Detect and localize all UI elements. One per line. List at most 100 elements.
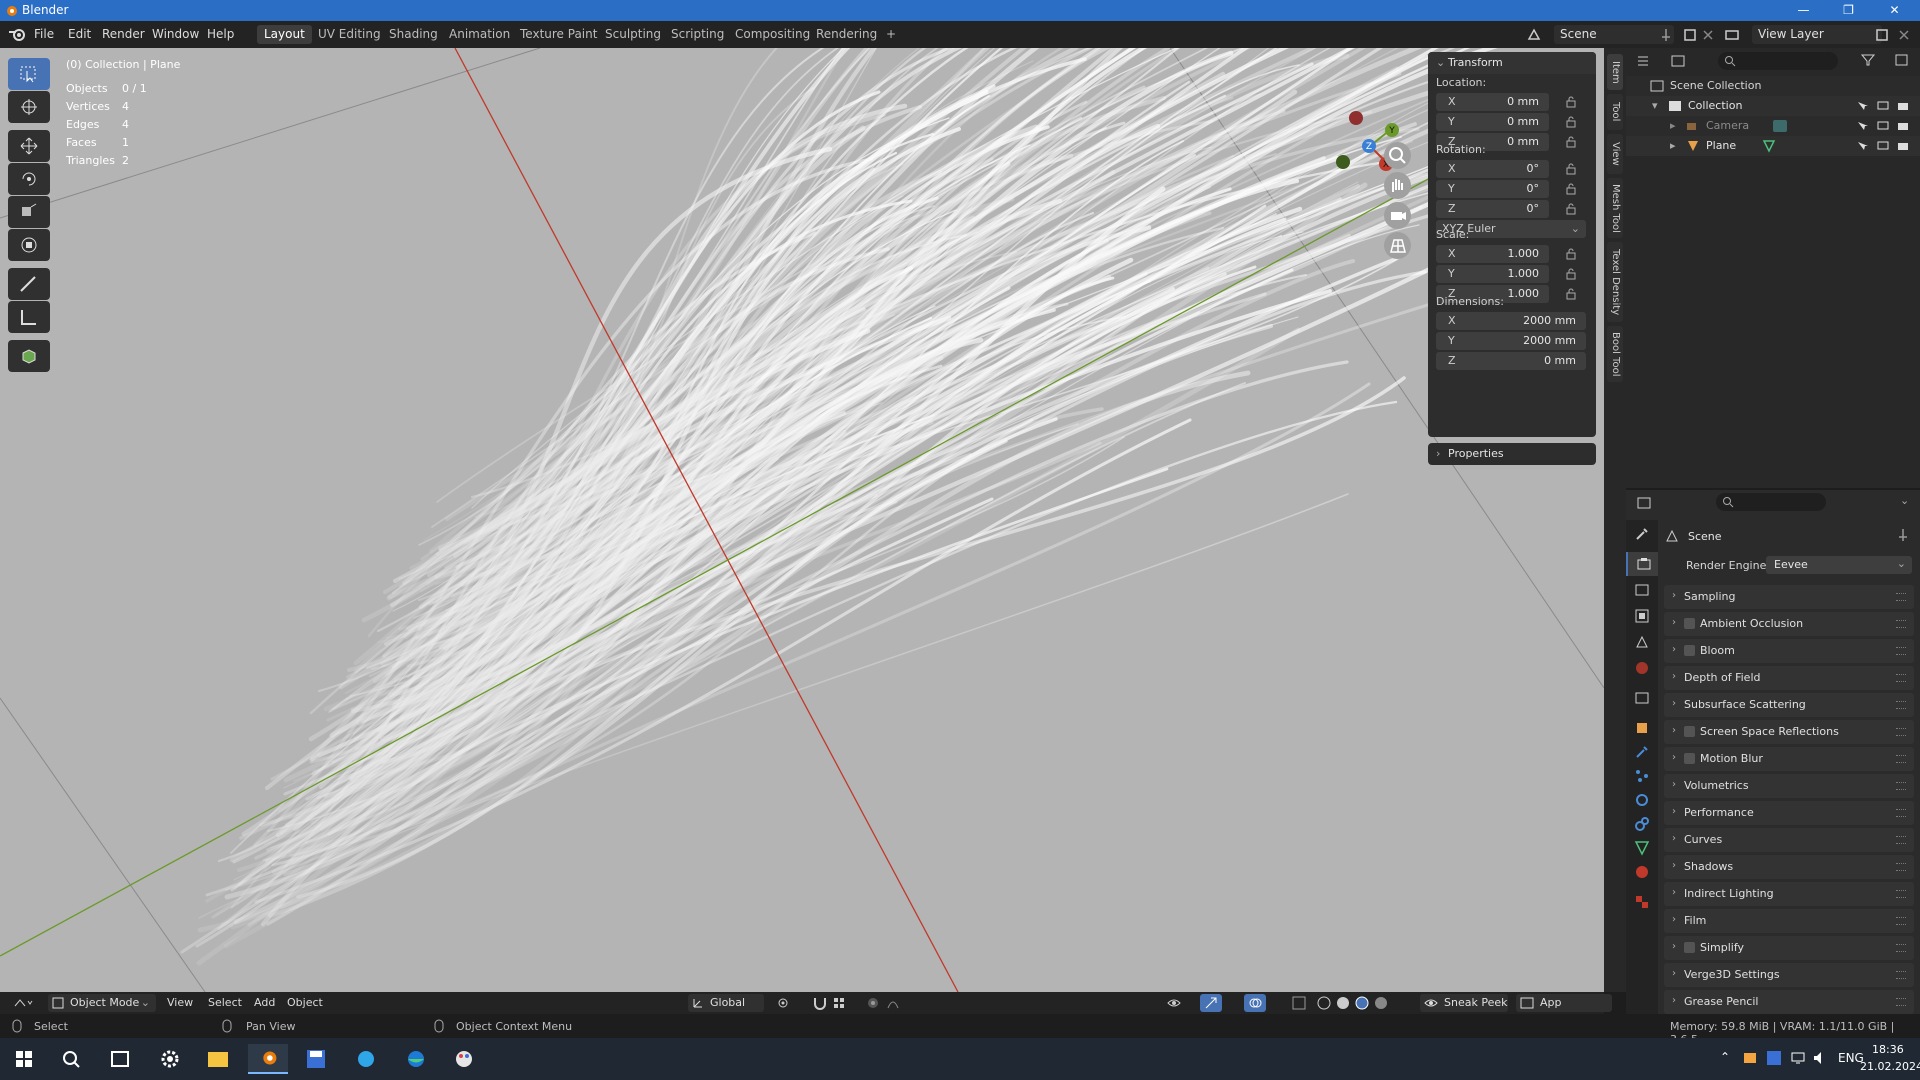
editor-type-icon[interactable] — [1636, 496, 1660, 510]
pin-icon[interactable] — [1658, 27, 1674, 43]
blender-menu-icon[interactable] — [8, 26, 26, 42]
menu-file[interactable]: File — [34, 27, 54, 41]
gizmo-toggle[interactable] — [1200, 994, 1222, 1012]
scale-tool[interactable] — [8, 196, 50, 228]
browser-app-icon[interactable] — [346, 1044, 386, 1074]
mode-selector[interactable]: Object Mode ⌄ — [48, 994, 156, 1012]
panel-curves[interactable]: › Curves — [1664, 828, 1914, 852]
drag-handle-icon[interactable] — [1896, 836, 1906, 844]
close-button[interactable]: ✕ — [1872, 0, 1917, 21]
render-engine-select[interactable]: Eevee ⌄ — [1766, 556, 1912, 574]
lock-icon[interactable] — [1565, 288, 1577, 300]
overlay-toggle[interactable] — [1244, 994, 1266, 1012]
add-workspace-button[interactable]: + — [879, 25, 903, 44]
ortho-toggle-button[interactable] — [1384, 232, 1411, 259]
rotation-z-field[interactable]: Z 0° — [1436, 200, 1549, 218]
material-tab-icon[interactable] — [1634, 864, 1650, 880]
scale-y-field[interactable]: Y 1.000 — [1436, 265, 1549, 283]
menu-object[interactable]: Object — [287, 996, 323, 1009]
panel-subsurface-scattering[interactable]: › Subsurface Scattering — [1664, 693, 1914, 717]
tray-lang-icon[interactable] — [1766, 1050, 1782, 1066]
tray-app-icon[interactable] — [1742, 1050, 1758, 1066]
volume-icon[interactable] — [1812, 1050, 1828, 1066]
3d-viewport[interactable]: (0) Collection | Plane Objects 0 / 1 Vert… — [0, 48, 1604, 992]
view-layer-tab-icon[interactable] — [1634, 608, 1650, 624]
tab-compositing[interactable]: Compositing — [728, 25, 817, 44]
editor-type-icon[interactable] — [12, 996, 34, 1010]
rotation-x-field[interactable]: X 0° — [1436, 160, 1549, 178]
windows-start-icon[interactable] — [4, 1044, 44, 1074]
outliner-item-plane[interactable]: ▸ Plane — [1626, 136, 1920, 156]
tab-texture-paint[interactable]: Texture Paint — [513, 25, 604, 44]
sneak-peek-button[interactable]: Sneak Peek — [1420, 994, 1508, 1012]
drag-handle-icon[interactable] — [1896, 620, 1906, 628]
drag-handle-icon[interactable] — [1896, 971, 1906, 979]
tool-tab-icon[interactable] — [1634, 526, 1650, 542]
render-tab-active[interactable] — [1626, 552, 1658, 576]
snap-magnet-icon[interactable] — [812, 996, 828, 1010]
panel-simplify[interactable]: › Simplify — [1664, 936, 1914, 960]
panel-screen-space-reflections[interactable]: › Screen Space Reflections — [1664, 720, 1914, 744]
drag-handle-icon[interactable] — [1896, 863, 1906, 871]
drag-handle-icon[interactable] — [1896, 890, 1906, 898]
tab-scripting[interactable]: Scripting — [664, 25, 731, 44]
transform-orientation-select[interactable]: Global — [688, 994, 764, 1012]
dimensions-z-field[interactable]: Z 0 mm — [1436, 352, 1586, 370]
snap-target-icon[interactable] — [832, 996, 856, 1010]
panel-enable-checkbox[interactable] — [1684, 618, 1695, 629]
shading-modes[interactable] — [1316, 995, 1388, 1011]
display-mode-icon[interactable] — [1670, 54, 1692, 68]
menu-select[interactable]: Select — [208, 996, 242, 1009]
menu-edit[interactable]: Edit — [68, 27, 91, 41]
collection-tab-icon[interactable] — [1634, 690, 1650, 706]
constraints-tab-icon[interactable] — [1634, 816, 1650, 832]
tab-uv-editing[interactable]: UV Editing — [311, 25, 388, 44]
modifier-tab-icon[interactable] — [1634, 744, 1650, 760]
panel-enable-checkbox[interactable] — [1684, 942, 1695, 953]
outliner-scene-collection[interactable]: Scene Collection — [1626, 76, 1920, 96]
location-y-field[interactable]: Y 0 mm — [1436, 113, 1549, 131]
lock-icon[interactable] — [1565, 183, 1577, 195]
blender-taskbar-icon[interactable] — [248, 1044, 288, 1074]
particles-tab-icon[interactable] — [1634, 768, 1650, 784]
rotation-y-field[interactable]: Y 0° — [1436, 180, 1549, 198]
lock-icon[interactable] — [1565, 116, 1577, 128]
properties-panel-header[interactable]: › Properties — [1428, 443, 1596, 465]
delete-scene-icon[interactable] — [1700, 27, 1716, 43]
tray-expand-icon[interactable]: ⌃ — [1720, 1050, 1730, 1080]
tab-rendering[interactable]: Rendering — [809, 25, 884, 44]
save-app-icon[interactable] — [296, 1044, 336, 1074]
data-tab-icon[interactable] — [1634, 840, 1650, 856]
lock-icon[interactable] — [1565, 248, 1577, 260]
panel-indirect-lighting[interactable]: › Indirect Lighting — [1664, 882, 1914, 906]
maximize-button[interactable]: ❐ — [1826, 0, 1871, 21]
drag-handle-icon[interactable] — [1896, 647, 1906, 655]
drag-handle-icon[interactable] — [1896, 944, 1906, 952]
tab-mesh-tool[interactable]: Mesh Tool — [1607, 178, 1623, 238]
menu-render[interactable]: Render — [102, 27, 145, 41]
scale-x-field[interactable]: X 1.000 — [1436, 245, 1549, 263]
outliner-collection[interactable]: ▾ Collection — [1626, 96, 1920, 116]
tab-view[interactable]: View — [1607, 134, 1623, 174]
panel-enable-checkbox[interactable] — [1684, 726, 1695, 737]
move-tool[interactable] — [8, 130, 50, 162]
location-x-field[interactable]: X 0 mm — [1436, 93, 1549, 111]
tab-texel-density[interactable]: Texel Density — [1607, 242, 1623, 322]
scene-selector[interactable]: Scene — [1554, 25, 1674, 44]
drag-handle-icon[interactable] — [1896, 917, 1906, 925]
restrict-toggles[interactable] — [1856, 120, 1916, 132]
settings-icon[interactable] — [150, 1044, 190, 1074]
filter-icon[interactable] — [1860, 53, 1880, 67]
panel-sampling[interactable]: › Sampling — [1664, 585, 1914, 609]
view-layer-selector[interactable]: View Layer — [1752, 25, 1882, 44]
output-tab-icon[interactable] — [1634, 582, 1650, 598]
xray-icon[interactable] — [1292, 996, 1306, 1010]
edge-browser-icon[interactable] — [396, 1044, 436, 1074]
delete-view-layer-icon[interactable] — [1896, 27, 1912, 43]
object-tab-icon[interactable] — [1634, 720, 1650, 736]
drag-handle-icon[interactable] — [1896, 674, 1906, 682]
pivot-icon[interactable] — [776, 996, 798, 1010]
physics-tab-icon[interactable] — [1634, 792, 1650, 808]
dimensions-y-field[interactable]: Y 2000 mm — [1436, 332, 1586, 350]
search-icon[interactable] — [52, 1044, 92, 1074]
